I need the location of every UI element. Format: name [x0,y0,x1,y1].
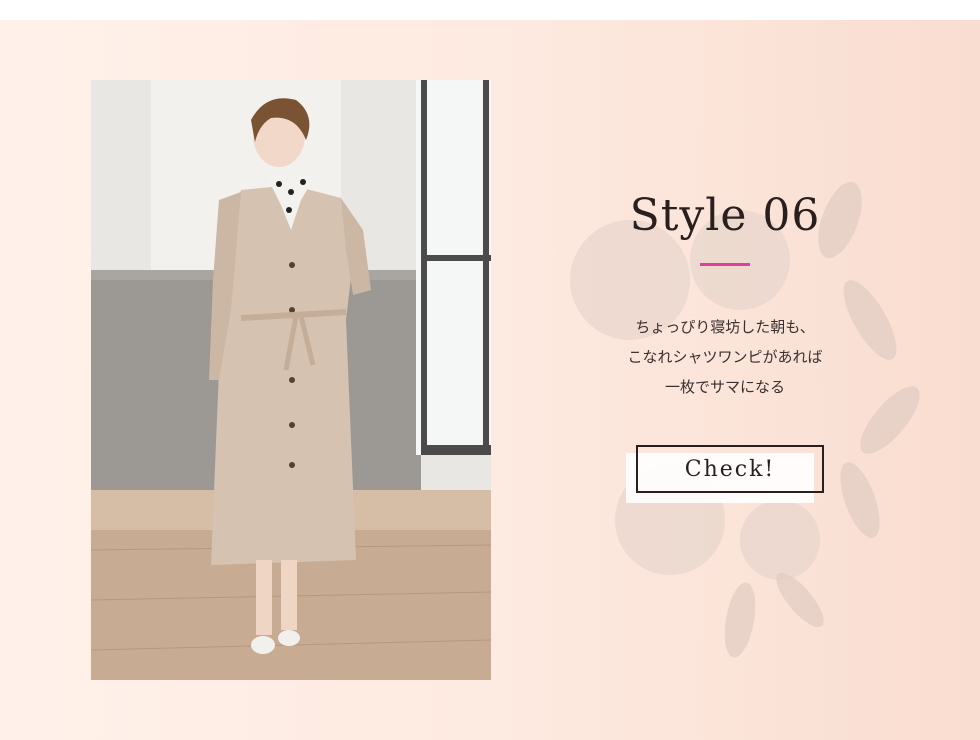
description-line: 一枚でサマになる [664,378,785,396]
description-line: ちょっぴり寝坊した朝も、 [635,318,815,336]
model-photo[interactable] [91,80,491,680]
style-title: Style 06 [629,190,821,241]
style-section: Style 06 ちょっぴり寝坊した朝も、 こなれシャツワンピがあれば 一枚でサ… [0,20,980,740]
title-accent-line [700,263,750,266]
check-button[interactable]: Check! [636,445,824,493]
style-description: ちょっぴり寝坊した朝も、 こなれシャツワンピがあれば 一枚でサマになる [585,312,865,402]
description-line: こなれシャツワンピがあれば [627,348,823,366]
